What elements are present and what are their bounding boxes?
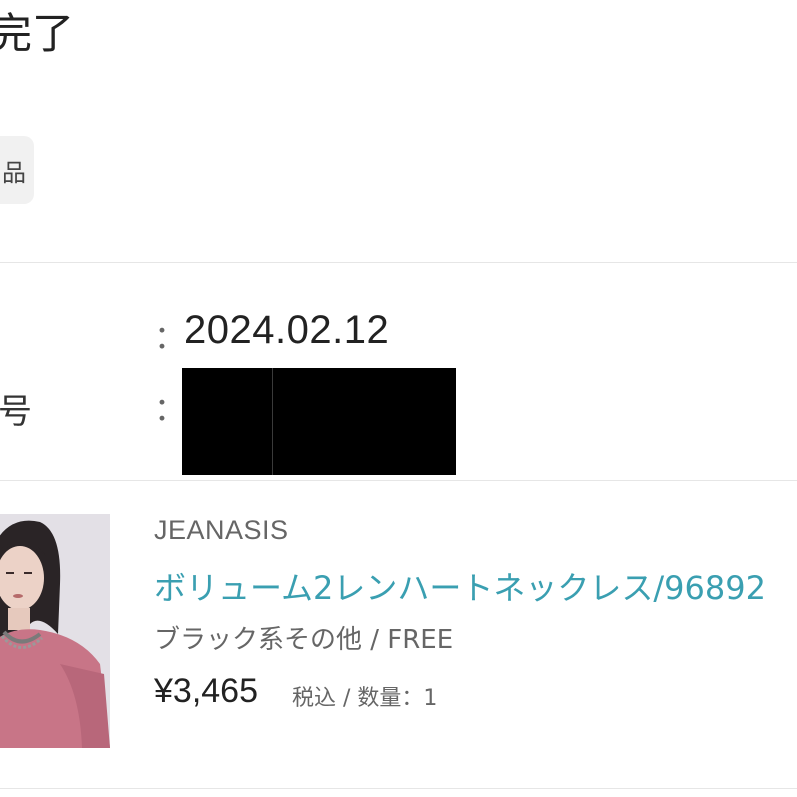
page-title: 完了 <box>0 9 75 58</box>
order-date-colon: ： <box>154 318 187 356</box>
product-variant: ブラック系その他 / FREE <box>154 625 454 655</box>
product-name-link[interactable]: ボリューム2レンハートネックレス/96892 <box>154 563 766 609</box>
status-tag[interactable]: 品 <box>0 136 34 204</box>
order-number-label: 号 <box>0 392 32 432</box>
order-date-value: 2024.02.12 <box>184 308 390 352</box>
section-divider <box>0 262 797 263</box>
redaction-seam <box>272 368 273 475</box>
product-price: ¥3,465 <box>154 672 258 710</box>
redacted-order-number <box>182 368 456 475</box>
product-photo-illustration <box>0 514 110 748</box>
section-divider <box>0 480 797 481</box>
product-brand: JEANASIS <box>154 515 289 545</box>
product-thumbnail[interactable] <box>0 514 110 748</box>
status-tag-label: 品 <box>2 158 26 187</box>
section-divider <box>0 788 797 789</box>
order-complete-page: 完了 品 ： 2024.02.12 号 ： JEANASIS ボリューム2レンハ… <box>0 0 797 797</box>
price-tax-quantity: 税込 / 数量：1 <box>292 686 438 711</box>
